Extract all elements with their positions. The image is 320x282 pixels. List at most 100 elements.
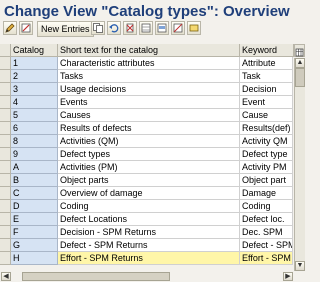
catalog-cell: G <box>11 239 58 252</box>
short-text-cell[interactable]: Effort - SPM Returns <box>58 252 240 265</box>
row-selector[interactable] <box>0 135 11 148</box>
row-selector[interactable] <box>0 96 11 109</box>
catalog-cell: F <box>11 226 58 239</box>
new-entries-button[interactable]: New Entries <box>37 21 94 37</box>
short-text-cell[interactable]: Overview of damage <box>58 187 240 200</box>
short-text-cell[interactable]: Defect - SPM Returns <box>58 239 240 252</box>
scroll-right-button[interactable]: ▶ <box>283 272 293 281</box>
table-row[interactable]: B Object parts Object part <box>0 174 320 187</box>
short-text-cell[interactable]: Activities (PM) <box>58 161 240 174</box>
keyword-cell[interactable]: Coding <box>240 200 293 213</box>
table-row[interactable]: 2 Tasks Task <box>0 70 320 83</box>
catalog-cell: 1 <box>11 57 58 70</box>
keyword-cell[interactable]: Attribute <box>240 57 293 70</box>
scroll-down-button[interactable]: ▼ <box>295 261 305 271</box>
table-row[interactable]: 8 Activities (QM) Activity QM <box>0 135 320 148</box>
short-text-cell[interactable]: Activities (QM) <box>58 135 240 148</box>
catalog-cell: A <box>11 161 58 174</box>
catalog-cell: 3 <box>11 83 58 96</box>
catalog-cell: 4 <box>11 96 58 109</box>
keyword-cell[interactable]: Task <box>240 70 293 83</box>
vertical-scroll-thumb[interactable] <box>295 68 305 87</box>
table-row[interactable]: 4 Events Event <box>0 96 320 109</box>
row-selector[interactable] <box>0 239 11 252</box>
scroll-up-button[interactable]: ▲ <box>295 58 305 68</box>
keyword-cell[interactable]: Defect type <box>240 148 293 161</box>
row-selector[interactable] <box>0 252 11 265</box>
table-row[interactable]: H Effort - SPM Returns Effort - SPM <box>0 252 320 265</box>
row-selector[interactable] <box>0 200 11 213</box>
select-block-icon[interactable] <box>155 21 169 35</box>
undo-icon[interactable] <box>107 21 121 35</box>
horizontal-scroll-thumb[interactable] <box>22 272 170 281</box>
change-display-icon[interactable] <box>3 21 17 35</box>
short-text-cell[interactable]: Events <box>58 96 240 109</box>
keyword-cell[interactable]: Object part <box>240 174 293 187</box>
table-row[interactable]: 3 Usage decisions Decision <box>0 83 320 96</box>
short-text-cell[interactable]: Usage decisions <box>58 83 240 96</box>
keyword-cell[interactable]: Effort - SPM <box>240 252 293 265</box>
keyword-cell[interactable]: Defect - SPM <box>240 239 293 252</box>
row-selector[interactable] <box>0 148 11 161</box>
deselect-all-icon[interactable] <box>171 21 185 35</box>
keyword-cell[interactable]: Damage <box>240 187 293 200</box>
table-row[interactable]: G Defect - SPM Returns Defect - SPM <box>0 239 320 252</box>
row-selector[interactable] <box>0 109 11 122</box>
row-selector[interactable] <box>0 213 11 226</box>
display-change-icon[interactable] <box>19 21 33 35</box>
short-text-cell[interactable]: Causes <box>58 109 240 122</box>
table-row[interactable]: A Activities (PM) Activity PM <box>0 161 320 174</box>
keyword-cell[interactable]: Defect loc. <box>240 213 293 226</box>
table-row[interactable]: C Overview of damage Damage <box>0 187 320 200</box>
keyword-cell[interactable]: Event <box>240 96 293 109</box>
table-row[interactable]: D Coding Coding <box>0 200 320 213</box>
table-row[interactable]: 5 Causes Cause <box>0 109 320 122</box>
toolbar: New Entries <box>0 19 320 39</box>
row-selector[interactable] <box>0 70 11 83</box>
catalog-cell: 5 <box>11 109 58 122</box>
table-row[interactable]: 1 Characteristic attributes Attribute <box>0 57 320 70</box>
table-settings-icon[interactable] <box>294 44 305 57</box>
bc-set-icon[interactable] <box>187 21 201 35</box>
catalog-types-table: Catalog Short text for the catalog Keywo… <box>0 44 320 282</box>
short-text-cell[interactable]: Results of defects <box>58 122 240 135</box>
short-text-cell[interactable]: Defect types <box>58 148 240 161</box>
table-row[interactable]: E Defect Locations Defect loc. <box>0 213 320 226</box>
vertical-scrollbar[interactable]: ▲ ▼ <box>294 58 305 271</box>
keyword-cell[interactable]: Cause <box>240 109 293 122</box>
row-selector[interactable] <box>0 122 11 135</box>
short-text-cell[interactable]: Characteristic attributes <box>58 57 240 70</box>
horizontal-scrollbar[interactable]: ◀ ▶ <box>0 271 305 282</box>
table-row[interactable]: 6 Results of defects Results(def) <box>0 122 320 135</box>
catalog-cell: E <box>11 213 58 226</box>
scroll-left-button[interactable]: ◀ <box>1 272 11 281</box>
select-all-column-header[interactable] <box>0 44 11 57</box>
column-header-short-text[interactable]: Short text for the catalog <box>58 44 240 57</box>
copy-icon[interactable] <box>91 21 105 35</box>
column-header-catalog[interactable]: Catalog <box>11 44 58 57</box>
keyword-cell[interactable]: Results(def) <box>240 122 293 135</box>
catalog-cell: C <box>11 187 58 200</box>
table-row[interactable]: F Decision - SPM Returns Dec. SPM <box>0 226 320 239</box>
keyword-cell[interactable]: Activity QM <box>240 135 293 148</box>
row-selector[interactable] <box>0 174 11 187</box>
short-text-cell[interactable]: Decision - SPM Returns <box>58 226 240 239</box>
keyword-cell[interactable]: Decision <box>240 83 293 96</box>
short-text-cell[interactable]: Coding <box>58 200 240 213</box>
row-selector[interactable] <box>0 57 11 70</box>
row-selector[interactable] <box>0 161 11 174</box>
table-row[interactable]: 9 Defect types Defect type <box>0 148 320 161</box>
row-selector[interactable] <box>0 83 11 96</box>
column-header-keyword[interactable]: Keyword <box>240 44 294 57</box>
row-selector[interactable] <box>0 226 11 239</box>
select-all-icon[interactable] <box>139 21 153 35</box>
keyword-cell[interactable]: Activity PM <box>240 161 293 174</box>
catalog-cell: 9 <box>11 148 58 161</box>
keyword-cell[interactable]: Dec. SPM <box>240 226 293 239</box>
catalog-cell: H <box>11 252 58 265</box>
short-text-cell[interactable]: Object parts <box>58 174 240 187</box>
short-text-cell[interactable]: Defect Locations <box>58 213 240 226</box>
row-selector[interactable] <box>0 187 11 200</box>
delete-icon[interactable] <box>123 21 137 35</box>
short-text-cell[interactable]: Tasks <box>58 70 240 83</box>
